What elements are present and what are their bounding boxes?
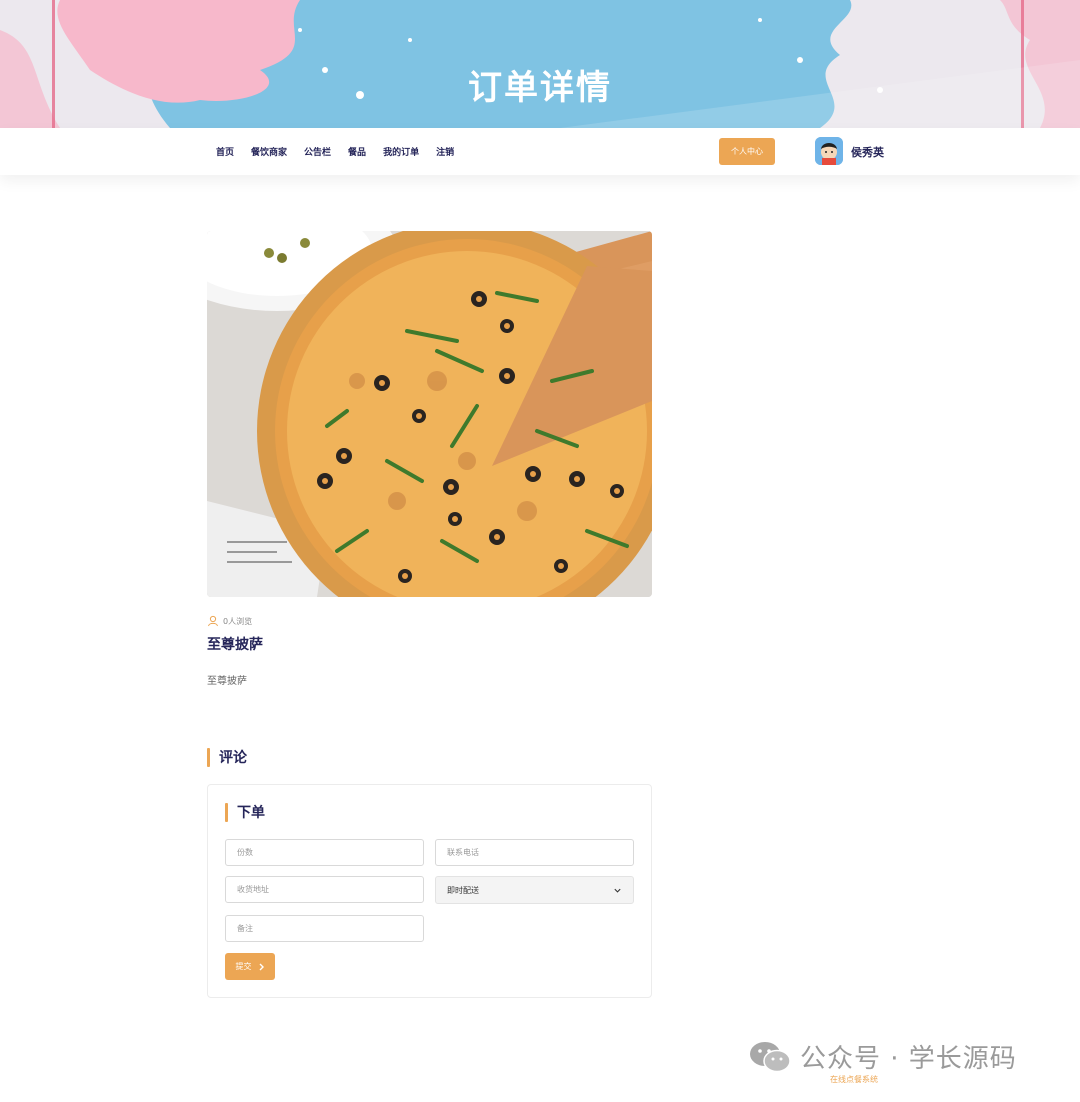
top-navigation: 首页 餐饮商家 公告栏 餐品 我的订单 注销 个人中心 侯秀英 [0,128,1080,175]
quantity-input[interactable] [225,839,424,866]
user-icon [208,615,218,627]
product-description: 至尊披萨 [207,676,247,687]
watermark-text: 公众号 · 学长源码 [800,1044,1017,1074]
note-input[interactable] [225,915,424,942]
nav-link-dishes[interactable]: 餐品 [348,145,366,158]
page-title: 订单详情 [468,68,612,108]
nav-link-my-orders[interactable]: 我的订单 [383,145,419,158]
chevron-down-icon [614,888,621,893]
submit-button[interactable]: 提交 [225,953,275,980]
avatar[interactable] [815,137,843,165]
pizza-photo [207,231,652,597]
nav-link-notices[interactable]: 公告栏 [304,145,331,158]
header-banner: 订单详情 [0,0,1080,128]
order-heading-text: 下单 [237,805,265,821]
submit-button-label: 提交 [235,962,252,971]
product-image [207,231,652,597]
order-heading: 下单 [225,802,265,822]
watermark: 公众号 · 学长源码 [748,1038,1017,1075]
order-form: 下单 即时配送 提交 [207,784,652,998]
wechat-icon [750,1041,791,1072]
chevron-right-icon [259,963,264,970]
nav-link-logout[interactable]: 注销 [436,145,454,158]
address-input[interactable] [225,876,424,903]
product-title: 至尊披萨 [207,637,263,653]
delivery-select[interactable]: 即时配送 [435,876,634,904]
comments-heading-text: 评论 [219,750,247,766]
heading-accent-bar [225,802,228,822]
views-row: 0人浏览 [207,615,252,627]
delivery-select-value: 即时配送 [447,885,479,895]
nav-links: 首页 餐饮商家 公告栏 餐品 我的订单 注销 [216,128,471,175]
phone-input[interactable] [435,839,634,866]
nav-link-merchants[interactable]: 餐饮商家 [251,145,287,158]
username[interactable]: 侯秀英 [851,144,884,160]
views-count: 0人浏览 [223,616,253,626]
comments-heading: 评论 [207,747,247,767]
personal-center-button[interactable]: 个人中心 [719,138,775,165]
heading-accent-bar [207,747,210,767]
nav-link-home[interactable]: 首页 [216,145,234,158]
avatar-image [815,137,843,165]
watermark-subtext: 在线点餐系统 [830,1075,878,1084]
